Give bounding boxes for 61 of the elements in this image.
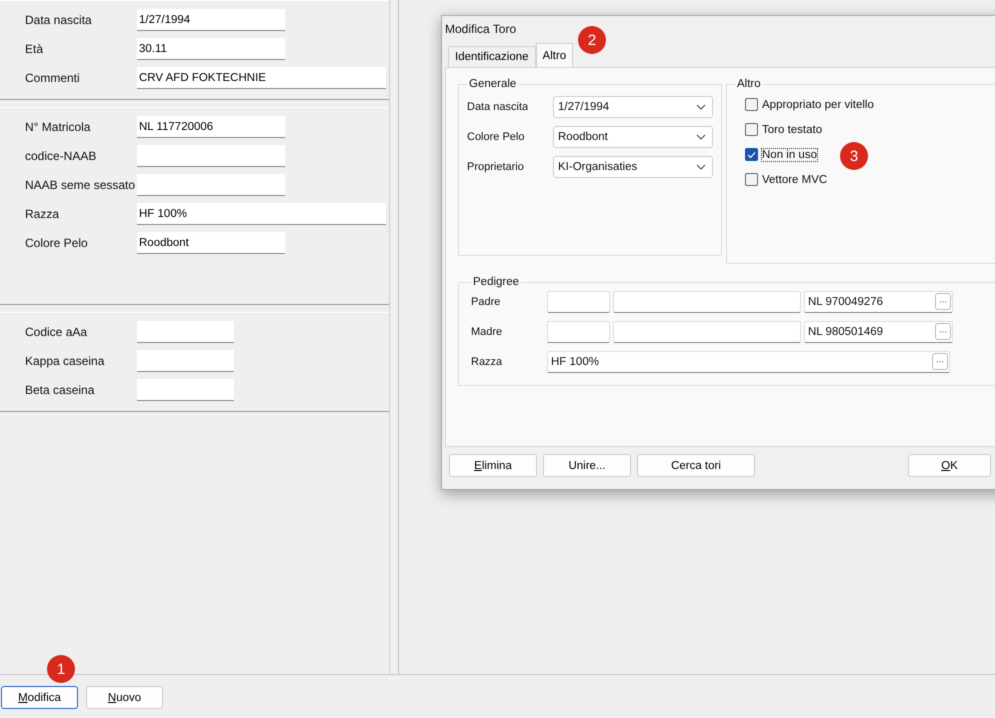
lookup-field[interactable]: HF 100% ··· [547, 350, 950, 372]
field-label: Data nascita [467, 100, 530, 112]
input-field[interactable] [137, 321, 234, 343]
field-label: codice-NAAB [24, 149, 98, 163]
field-label: Beta caseina [24, 383, 96, 397]
dropdown[interactable]: Roodbont [553, 126, 713, 148]
footer-button[interactable]: Modifica [1, 686, 78, 709]
dialog-button[interactable]: Unire... [543, 454, 631, 477]
chevron-icon [696, 104, 706, 110]
checkbox[interactable] [745, 148, 758, 161]
dropdown[interactable]: 1/27/1994 [553, 96, 713, 118]
chevron-icon [696, 134, 706, 140]
checkbox-label: Non in uso [761, 148, 818, 162]
field-label: Razza [471, 356, 504, 368]
field-label: Madre [471, 326, 504, 338]
group-title: Generale [468, 78, 518, 90]
chevron-icon [696, 164, 706, 170]
group-title: Pedigree [472, 276, 520, 288]
input-field[interactable] [137, 379, 234, 401]
dropdown[interactable]: KI-Organisaties [553, 156, 713, 178]
field-label: Commenti [24, 71, 81, 85]
field-label: Data nascita [24, 13, 93, 27]
field-label: Razza [24, 207, 60, 221]
tab[interactable]: Altro [536, 43, 574, 67]
browse-button[interactable]: ··· [935, 293, 951, 310]
dialog-button[interactable]: Cerca tori [637, 454, 755, 477]
dialog-button[interactable]: Elimina [449, 454, 537, 477]
field-label: Padre [471, 296, 502, 308]
lookup-field[interactable]: NL 980501469 ··· [804, 320, 953, 342]
checkbox[interactable] [745, 98, 758, 111]
field-label: Codice aAa [24, 325, 88, 339]
number-badge: 1 [47, 655, 75, 683]
checkbox[interactable] [745, 123, 758, 136]
tab[interactable]: Identificazione [448, 46, 536, 67]
field-label: Età [24, 42, 44, 56]
footer-button[interactable]: Nuovo [86, 686, 163, 709]
field-label: Colore Pelo [24, 236, 89, 250]
group-title: Altro [736, 78, 762, 90]
input-field[interactable]: 30.11 [137, 38, 285, 60]
checkbox-label: Appropriato per vitello [761, 98, 875, 112]
dialog-title: Modifica Toro [445, 22, 516, 38]
input-field[interactable] [137, 145, 285, 167]
input-field[interactable]: Roodbont [137, 232, 285, 254]
field-label: Proprietario [467, 160, 525, 172]
input-field[interactable] [137, 174, 285, 196]
checkbox-label: Toro testato [761, 122, 824, 136]
input-field[interactable] [137, 350, 234, 372]
input-field[interactable]: CRV AFD FOKTECHNIE [137, 67, 386, 89]
browse-button[interactable]: ··· [932, 353, 948, 370]
checkbox[interactable] [745, 173, 758, 186]
checkbox-label: Vettore MVC [761, 172, 828, 186]
field-label: N° Matricola [24, 120, 92, 134]
field-label: NAAB seme sessato [24, 178, 135, 192]
field-label: Colore Pelo [467, 130, 526, 142]
input-field[interactable]: NL 117720006 [137, 116, 285, 138]
browse-button[interactable]: ··· [935, 323, 951, 340]
input-field[interactable]: 1/27/1994 [137, 9, 285, 31]
input-field[interactable]: HF 100% [137, 203, 386, 225]
lookup-field[interactable]: NL 970049276 ··· [804, 290, 953, 312]
dialog-button[interactable]: OK [908, 454, 991, 477]
field-label: Kappa caseina [24, 354, 106, 368]
